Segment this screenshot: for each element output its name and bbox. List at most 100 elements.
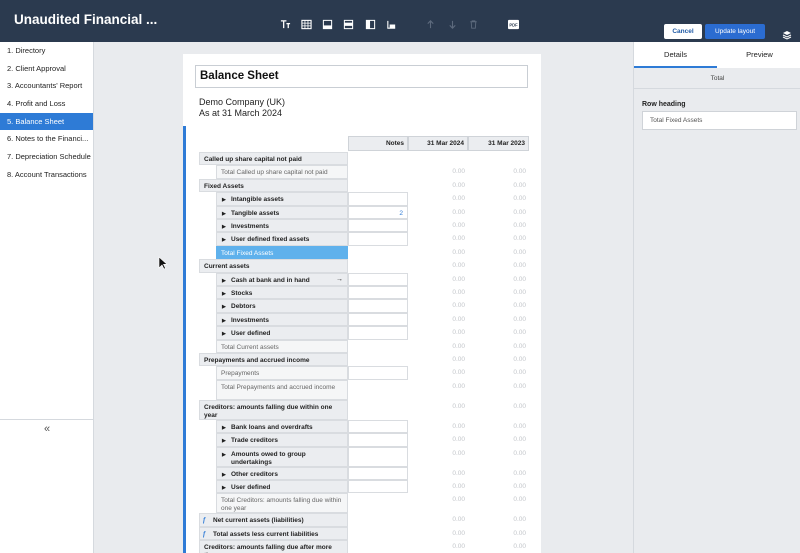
expand-triangle-icon[interactable]: ▶: [222, 437, 226, 445]
row-label[interactable]: ▶ Debtors: [216, 299, 348, 313]
table-row[interactable]: Fixed Assets 0.00 0.00: [199, 178, 529, 193]
row-label[interactable]: ▶ Other creditors: [216, 466, 348, 480]
row-label[interactable]: Called up share capital not paid: [199, 152, 348, 166]
sidebar-item[interactable]: 8. Account Transactions: [0, 166, 93, 184]
notes-cell[interactable]: [348, 219, 408, 233]
table-row[interactable]: Total Creditors: amounts falling due wit…: [199, 493, 529, 514]
notes-cell[interactable]: [348, 366, 408, 380]
row-label[interactable]: ▶ Intangible assets: [216, 192, 348, 206]
align-bottom-icon[interactable]: [321, 18, 333, 30]
table-row[interactable]: f Total assets less current liabilities 0.…: [199, 526, 529, 541]
row-label[interactable]: Creditors: amounts falling due within on…: [199, 399, 348, 420]
table-row[interactable]: Total Current assets 0.00 0.00: [199, 339, 529, 353]
table-row[interactable]: Prepayments 0.00 0.00: [199, 366, 529, 380]
table-row[interactable]: Total Called up share capital not paid 0.…: [199, 165, 529, 179]
move-down-icon[interactable]: [446, 18, 458, 30]
expand-triangle-icon[interactable]: ▶: [222, 424, 226, 432]
notes-cell[interactable]: [348, 446, 408, 467]
collapse-sidebar-button[interactable]: «: [0, 419, 94, 439]
expand-triangle-icon[interactable]: ▶: [222, 451, 226, 459]
notes-cell[interactable]: [348, 299, 408, 313]
notes-cell[interactable]: [348, 312, 408, 327]
row-layout-icon[interactable]: [385, 18, 397, 30]
table-row[interactable]: ▶ Other creditors 0.00 0.00: [199, 466, 529, 480]
row-label[interactable]: Total Prepayments and accrued income: [216, 379, 348, 400]
sidebar-item[interactable]: 6. Notes to the Financi...: [0, 130, 93, 148]
delete-icon[interactable]: [467, 18, 479, 30]
table-row[interactable]: Creditors: amounts falling due after mor…: [199, 540, 529, 553]
table-row[interactable]: ▶ Amounts owed to group undertakings 0.00 0…: [199, 446, 529, 467]
row-label[interactable]: ▶ Investments: [216, 312, 348, 327]
sidebar-item[interactable]: 4. Profit and Loss: [0, 95, 93, 113]
table-row[interactable]: ▶ User defined 0.00 0.00: [199, 326, 529, 340]
table-row[interactable]: ▶ Bank loans and overdrafts 0.00 0.00: [199, 419, 529, 434]
tab-details[interactable]: Details: [634, 42, 717, 68]
row-label[interactable]: ▶ Investments: [216, 219, 348, 233]
table-row[interactable]: ▶ Tangible assets 2 0.00 0.00: [199, 205, 529, 219]
row-label[interactable]: Total Current assets: [216, 339, 348, 353]
row-label[interactable]: ▶ Cash at bank and in hand →: [216, 272, 348, 286]
notes-cell[interactable]: [348, 480, 408, 494]
notes-cell[interactable]: [348, 433, 408, 447]
notes-cell[interactable]: [348, 466, 408, 480]
table-row[interactable]: ▶ User defined fixed assets 0.00 0.00: [199, 232, 529, 246]
sidebar-item[interactable]: 3. Accountants' Report: [0, 77, 93, 95]
table-row[interactable]: Current assets 0.00 0.00: [199, 259, 529, 273]
table-row[interactable]: Creditors: amounts falling due within on…: [199, 399, 529, 420]
arrow-right-icon[interactable]: →: [336, 276, 343, 284]
row-label[interactable]: Prepayments and accrued income: [199, 353, 348, 367]
table-row[interactable]: f Net current assets (liabilities) 0.00 0.0…: [199, 513, 529, 527]
table-row[interactable]: Called up share capital not paid: [199, 152, 529, 166]
cancel-button[interactable]: Cancel: [664, 24, 702, 39]
layers-icon[interactable]: [782, 27, 792, 40]
expand-triangle-icon[interactable]: ▶: [222, 330, 226, 338]
align-middle-icon[interactable]: [342, 18, 354, 30]
table-row[interactable]: Prepayments and accrued income 0.00 0.00: [199, 353, 529, 367]
notes-cell[interactable]: 2: [348, 205, 408, 219]
expand-triangle-icon[interactable]: ▶: [222, 303, 226, 311]
row-label[interactable]: Current assets: [199, 259, 348, 273]
expand-triangle-icon[interactable]: ▶: [222, 236, 226, 244]
row-label[interactable]: ▶ Bank loans and overdrafts: [216, 419, 348, 434]
sidebar-item[interactable]: 1. Directory: [0, 42, 93, 60]
table-row[interactable]: Total Prepayments and accrued income 0.00…: [199, 379, 529, 400]
text-format-icon[interactable]: [279, 18, 291, 30]
row-label[interactable]: ▶ User defined: [216, 480, 348, 494]
row-label[interactable]: Creditors: amounts falling due after mor…: [199, 540, 348, 553]
sidebar-item[interactable]: 2. Client Approval: [0, 60, 93, 78]
table-row[interactable]: ▶ Trade creditors 0.00 0.00: [199, 433, 529, 447]
page-title-box[interactable]: Balance Sheet: [195, 65, 528, 88]
table-row[interactable]: ▶ Intangible assets 0.00 0.00: [199, 192, 529, 206]
row-label[interactable]: f Net current assets (liabilities): [199, 513, 348, 527]
update-layout-button[interactable]: Update layout: [705, 24, 765, 39]
table-row[interactable]: ▶ Stocks 0.00 0.00: [199, 286, 529, 300]
row-label[interactable]: ▶ Trade creditors: [216, 433, 348, 447]
sidebar-item[interactable]: 7. Depreciation Schedule: [0, 148, 93, 166]
row-label[interactable]: Total Called up share capital not paid: [216, 165, 348, 179]
row-heading-input[interactable]: [642, 111, 797, 130]
expand-triangle-icon[interactable]: ▶: [222, 290, 226, 298]
tab-preview[interactable]: Preview: [718, 42, 800, 68]
table-row[interactable]: ▶ Cash at bank and in hand → 0.00 0.00: [199, 272, 529, 286]
row-label[interactable]: Prepayments: [216, 366, 348, 380]
expand-triangle-icon[interactable]: ▶: [222, 471, 226, 479]
row-label[interactable]: ▶ Tangible assets: [216, 205, 348, 219]
pdf-icon[interactable]: PDF: [506, 18, 520, 30]
notes-cell[interactable]: [348, 192, 408, 206]
row-label[interactable]: ▶ Amounts owed to group undertakings: [216, 446, 348, 467]
notes-cell[interactable]: [348, 419, 408, 434]
notes-cell[interactable]: [348, 286, 408, 300]
row-label[interactable]: Total Fixed Assets: [216, 245, 348, 260]
expand-triangle-icon[interactable]: ▶: [222, 317, 226, 325]
sidebar-item[interactable]: 5. Balance Sheet: [0, 112, 93, 131]
table-row[interactable]: ▶ Debtors 0.00 0.00: [199, 299, 529, 313]
table-row[interactable]: ▶ Investments 0.00 0.00: [199, 312, 529, 327]
table-icon[interactable]: [300, 18, 312, 30]
table-row[interactable]: ▶ User defined 0.00 0.00: [199, 480, 529, 494]
row-label[interactable]: ▶ User defined fixed assets: [216, 232, 348, 246]
move-up-icon[interactable]: [424, 18, 436, 30]
expand-triangle-icon[interactable]: ▶: [222, 484, 226, 492]
notes-cell[interactable]: [348, 272, 408, 286]
expand-triangle-icon[interactable]: ▶: [222, 223, 226, 231]
row-label[interactable]: Total Creditors: amounts falling due wit…: [216, 493, 348, 514]
